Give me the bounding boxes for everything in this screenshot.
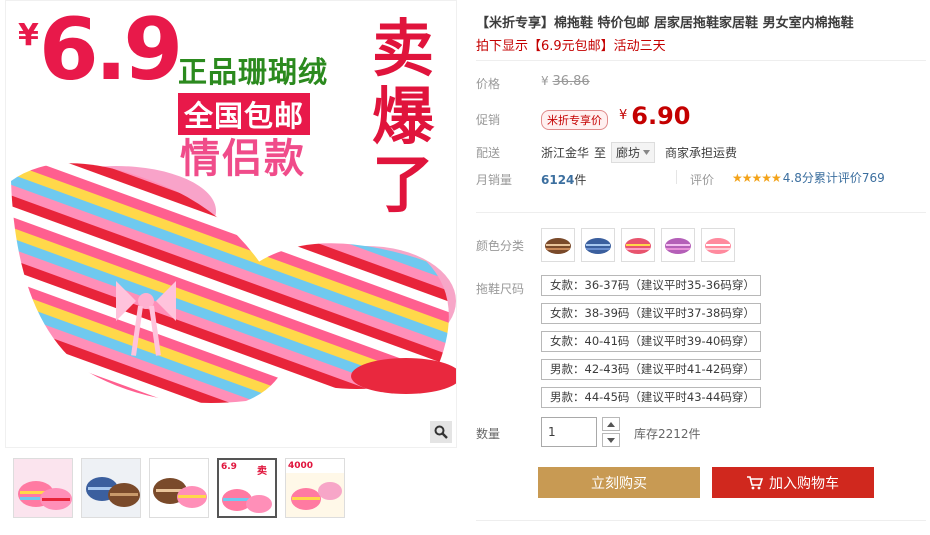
color-option-brown[interactable] — [541, 228, 575, 262]
size-option[interactable]: 女款：36-37码（建议平时35-36码穿） — [541, 275, 761, 296]
main-product-image[interactable]: ¥6.9 正品珊瑚绒 全国包邮 情侣款 卖爆了 — [5, 0, 457, 448]
star-rating-icon: ★★★★★ — [732, 170, 782, 185]
promo-line-coral-fleece: 正品珊瑚绒 — [178, 55, 329, 89]
product-subtitle: 拍下显示【6.9元包邮】活动三天 — [476, 39, 666, 54]
divider — [476, 520, 926, 521]
divider — [476, 60, 926, 61]
svg-text:卖: 卖 — [257, 464, 267, 477]
chevron-up-icon — [607, 421, 615, 427]
rating-link[interactable]: ★★★★★ 4.8分累计评价769 — [732, 169, 885, 186]
thumbnail-3[interactable] — [149, 458, 209, 518]
size-option[interactable]: 女款：38-39码（建议平时37-38码穿） — [541, 303, 761, 324]
divider — [476, 212, 926, 213]
size-option[interactable]: 女款：40-41码（建议平时39-40码穿） — [541, 331, 761, 352]
product-gallery: ¥6.9 正品珊瑚绒 全国包邮 情侣款 卖爆了 6.9 卖 4000 — [5, 0, 457, 535]
thumbnail-1[interactable] — [13, 458, 73, 518]
promo-price-text: ¥6.9 — [18, 0, 183, 100]
promo-label: 促销 — [476, 113, 501, 127]
color-label: 颜色分类 — [476, 239, 525, 253]
quantity-increase-button[interactable] — [602, 417, 620, 431]
ship-city-select[interactable]: 廊坊 — [611, 142, 656, 163]
product-info-panel: 【米折专享】棉拖鞋 特价包邮 居家居拖鞋家居鞋 男女室内棉拖鞋 拍下显示【6.9… — [476, 0, 926, 535]
thumbnail-4[interactable]: 6.9 卖 — [217, 458, 277, 518]
size-label: 拖鞋尺码 — [476, 282, 525, 296]
buy-now-button[interactable]: 立刻购买 — [538, 467, 700, 498]
cart-icon — [747, 475, 763, 489]
slipper-illustration — [11, 163, 456, 403]
rating-label: 评价 — [690, 173, 715, 187]
color-option-pink[interactable] — [621, 228, 655, 262]
sales-label: 月销量 — [476, 173, 513, 187]
monthly-sales: 6124件 — [541, 173, 587, 187]
promo-banner: 正品珊瑚绒 全国包邮 — [178, 49, 328, 135]
size-option[interactable]: 男款：42-43码（建议平时41-42码穿） — [541, 359, 761, 380]
ship-to-label: 至 — [594, 146, 607, 160]
thumbnail-strip: 6.9 卖 4000 — [13, 458, 345, 518]
color-option-rose[interactable] — [701, 228, 735, 262]
thumbnail-5[interactable]: 4000 — [285, 458, 345, 518]
quantity-label: 数量 — [476, 427, 501, 441]
divider — [676, 170, 677, 184]
magnifier-icon[interactable] — [430, 421, 452, 443]
size-option[interactable]: 男款：44-45码（建议平时43-44码穿） — [541, 387, 761, 408]
product-title: 【米折专享】棉拖鞋 特价包邮 居家居拖鞋家居鞋 男女室内棉拖鞋 — [476, 16, 854, 31]
original-price: ¥ 36.86 — [541, 74, 590, 89]
add-to-cart-button[interactable]: 加入购物车 — [712, 467, 874, 498]
color-option-purple[interactable] — [661, 228, 695, 262]
size-options: 女款：36-37码（建议平时35-36码穿） 女款：38-39码（建议平时37-… — [541, 275, 761, 408]
ship-from: 浙江金华 — [541, 146, 590, 160]
chevron-down-icon — [607, 437, 615, 443]
thumbnail-2[interactable] — [81, 458, 141, 518]
triangle-down-icon — [643, 150, 651, 155]
color-options — [541, 228, 735, 262]
thumbnail-4-caption: 6.9 — [221, 462, 237, 472]
quantity-input[interactable] — [541, 417, 597, 447]
promo-tag: 米折专享价 — [541, 110, 608, 130]
stock-count: 库存2212件 — [634, 427, 701, 441]
quantity-decrease-button[interactable] — [602, 433, 620, 447]
thumbnail-5-caption: 4000 — [288, 461, 314, 471]
shipping-fee: 商家承担运费 — [665, 146, 738, 160]
current-price: ¥6.90 — [619, 102, 691, 130]
shipping-label: 配送 — [476, 146, 501, 160]
color-option-blue[interactable] — [581, 228, 615, 262]
price-label: 价格 — [476, 77, 501, 91]
